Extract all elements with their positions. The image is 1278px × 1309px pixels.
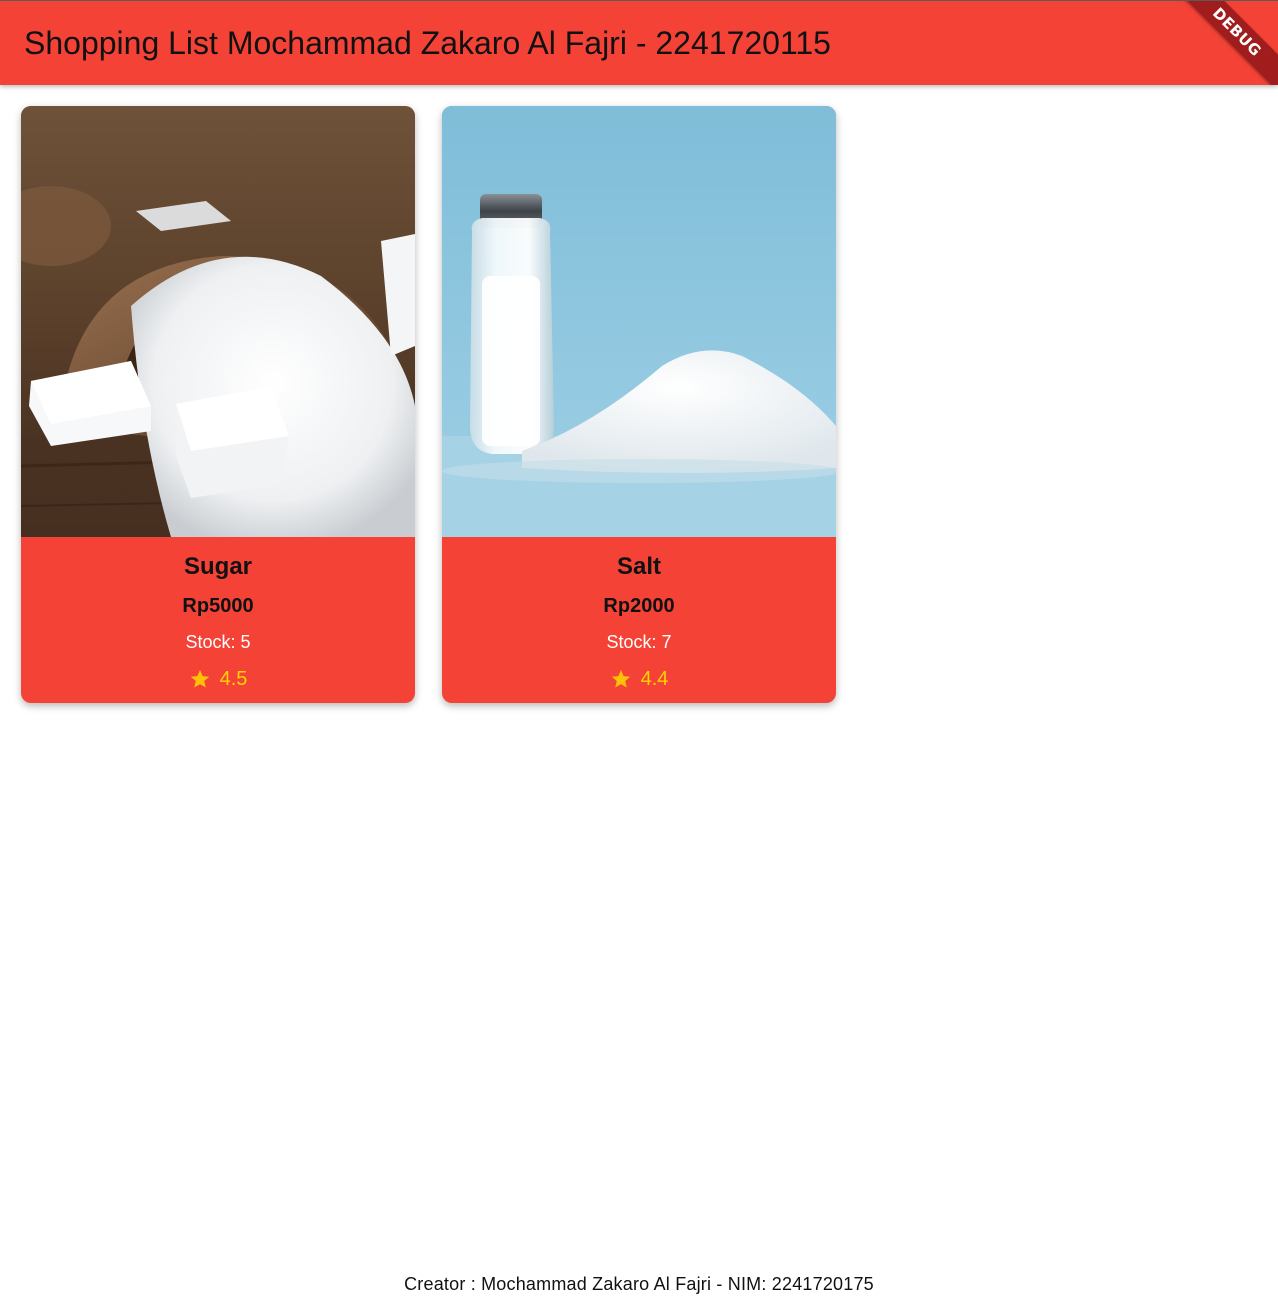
rating-value: 4.5 — [219, 668, 248, 690]
product-stock: Stock: 5 — [185, 632, 251, 652]
app-bar: Shopping List Mochammad Zakaro Al Fajri … — [0, 0, 1278, 85]
star-icon — [190, 669, 209, 688]
product-rating: 4.4 — [442, 667, 836, 691]
product-rating: 4.5 — [21, 667, 415, 691]
salt-info: Salt Rp2000 Stock: 7 4.4 — [442, 537, 836, 703]
footer-credit: Creator : Mochammad Zakaro Al Fajri - NI… — [404, 1274, 874, 1294]
product-card-sugar[interactable]: Sugar Rp5000 Stock: 5 4.5 — [21, 106, 415, 703]
salt-image — [442, 106, 836, 537]
rating-value: 4.4 — [640, 668, 669, 690]
product-name: Salt — [616, 553, 661, 580]
product-card-salt[interactable]: Salt Rp2000 Stock: 7 4.4 — [442, 106, 836, 703]
product-price: Rp2000 — [603, 595, 675, 617]
product-price: Rp5000 — [182, 595, 254, 617]
app-title: Shopping List Mochammad Zakaro Al Fajri … — [24, 25, 831, 61]
sugar-info: Sugar Rp5000 Stock: 5 4.5 — [21, 537, 415, 703]
star-icon — [611, 669, 630, 688]
product-name: Sugar — [183, 553, 252, 580]
debug-banner: DEBUG — [1167, 1, 1278, 85]
product-stock: Stock: 7 — [606, 632, 672, 652]
sugar-image — [21, 106, 415, 537]
